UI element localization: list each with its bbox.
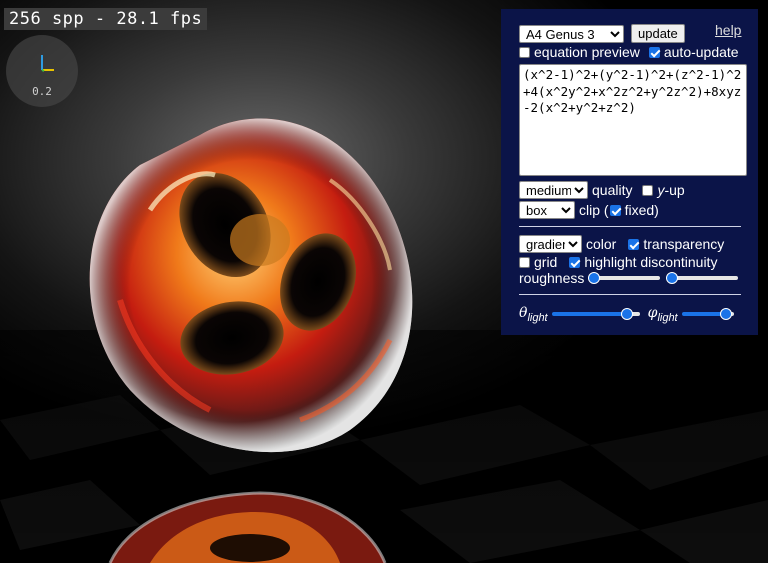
roughness-slider-1[interactable] [588, 271, 661, 285]
highlight-discontinuity-checkbox[interactable] [569, 256, 581, 268]
phi-light-slider[interactable] [681, 307, 734, 321]
transparency-label: transparency [643, 236, 725, 252]
fps-counter: 256 spp - 28.1 fps [4, 8, 208, 30]
highlight-discontinuity-label: highlight discontinuity [584, 254, 718, 270]
help-link[interactable]: help [715, 22, 741, 38]
grid-checkbox[interactable] [519, 256, 530, 268]
slider-thumb[interactable] [588, 272, 601, 284]
slider-thumb[interactable] [719, 308, 732, 321]
theta-light-label: θlight [519, 305, 548, 324]
equation-preview-label: equation preview [534, 44, 640, 60]
roughness-label: roughness [519, 270, 585, 286]
quality-select[interactable]: medium [519, 181, 588, 199]
y-up-checkbox[interactable] [642, 184, 654, 196]
slider-thumb[interactable] [666, 272, 679, 284]
surface-reflection [108, 491, 387, 563]
color-select[interactable]: gradient [519, 235, 582, 253]
auto-update-label: auto-update [663, 44, 739, 60]
axis-scale-label: 0.2 [32, 85, 52, 98]
grid-label: grid [534, 254, 558, 270]
axis-gizmo[interactable]: 0.2 [6, 35, 78, 107]
clip-select[interactable]: box [519, 201, 575, 219]
divider [519, 226, 741, 227]
color-label: color [586, 236, 617, 252]
y-up-label: y-up [657, 182, 685, 198]
clip-label: clip ( [579, 202, 609, 218]
slider-thumb[interactable] [620, 308, 633, 321]
equation-textarea[interactable]: (x^2-1)^2+(y^2-1)^2+(z^2-1)^2+4(x^2y^2+x… [519, 64, 747, 176]
equation-preview-checkbox[interactable] [519, 46, 530, 58]
auto-update-checkbox[interactable] [648, 46, 660, 58]
clip-fixed-label: fixed) [624, 202, 659, 218]
theta-light-slider[interactable] [551, 307, 640, 321]
control-panel: A4 Genus 3 update help equation preview … [501, 9, 758, 335]
preset-select[interactable]: A4 Genus 3 [519, 24, 624, 43]
transparency-checkbox[interactable] [628, 238, 640, 250]
roughness-slider-2[interactable] [666, 271, 739, 285]
update-button[interactable]: update [631, 24, 685, 43]
phi-light-label: φlight [647, 305, 678, 324]
quality-label: quality [592, 182, 633, 198]
clip-fixed-checkbox[interactable] [609, 204, 621, 216]
divider [519, 294, 741, 295]
